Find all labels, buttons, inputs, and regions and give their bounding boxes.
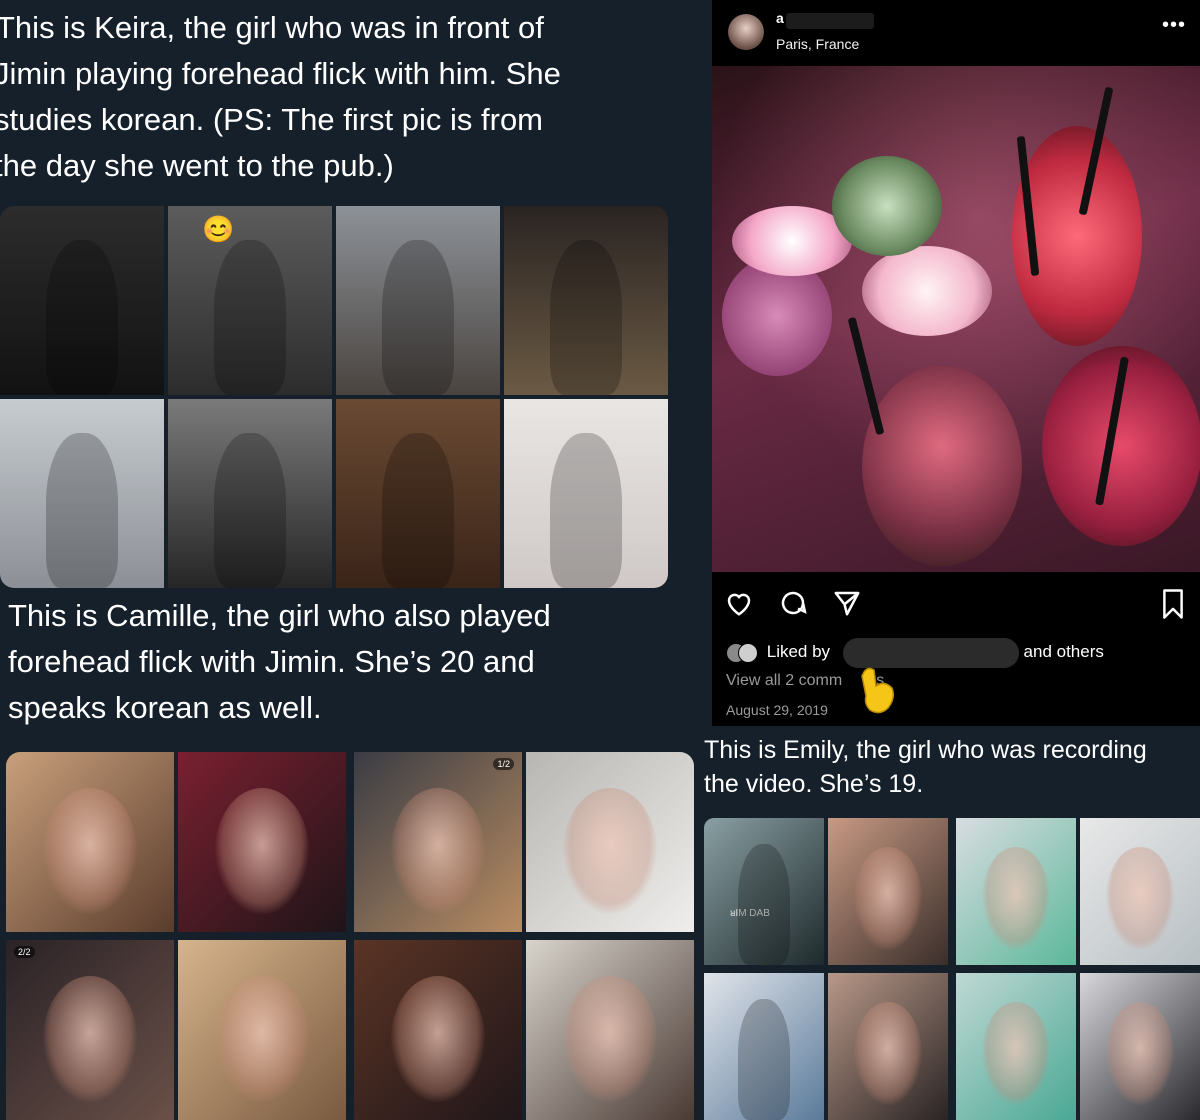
camille-tile-3[interactable]: 2/2 — [6, 940, 346, 1120]
camille-photo-auburn-hair — [354, 940, 522, 1120]
keira-caption-line-2: Jimin playing forehead flick with him. S… — [0, 56, 561, 91]
keira-photo-mirror-selfie — [0, 206, 164, 395]
emily-tile-1[interactable]: ᴚIM DAB — [704, 818, 948, 965]
cocktail-glass — [862, 366, 1022, 566]
keira-photo-white-shirt — [504, 399, 668, 588]
emily-photo-teal-top — [956, 973, 1076, 1120]
pointing-hand-icon — [861, 667, 895, 714]
keira-tile-4[interactable] — [336, 399, 668, 588]
camille-photo-santa-hat: 1/2 — [354, 752, 522, 932]
keira-caption-line-4: the day she went to the pub.) — [0, 148, 394, 183]
camille-tile-2[interactable]: 1/2 — [354, 752, 694, 932]
redacted-username-bar — [786, 13, 874, 29]
keira-caption-line-3: studies korean. (PS: The first pic is fr… — [0, 102, 544, 137]
keira-photo-bw-mirror — [168, 399, 332, 588]
camille-photo-dark-hair: 2/2 — [6, 940, 174, 1120]
emily-photo-blue-jacket — [704, 973, 824, 1120]
emily-photo-mirror-selfie: ᴚIM DAB — [704, 818, 824, 965]
post-date: August 29, 2019 — [726, 702, 828, 718]
carousel-badge-bottom: 2/2 — [14, 946, 35, 958]
emily-photo-green-jacket — [956, 818, 1076, 965]
keira-tile-3[interactable] — [0, 399, 332, 588]
emily-photo-white-outfit — [1080, 818, 1200, 965]
camille-photo-white-hoodie — [526, 752, 694, 932]
cocktail-straw — [847, 316, 885, 436]
more-options-icon[interactable]: ••• — [1162, 14, 1186, 37]
emily-photo-striped-sleeves — [828, 973, 948, 1120]
emily-tile-2[interactable] — [956, 818, 1200, 965]
cocktail-glass — [862, 246, 992, 336]
camille-photo-red-hair — [178, 752, 346, 932]
camille-tile-4[interactable] — [354, 940, 694, 1120]
keira-photo-couple: 😊 — [168, 206, 332, 395]
shirt-text: ᴚIM DAB — [730, 908, 770, 919]
bookmark-icon[interactable] — [1158, 588, 1188, 620]
instagram-post: a t Paris, France ••• Liked by and other… — [712, 0, 1200, 726]
keira-tile-1[interactable]: 😊 — [0, 206, 332, 395]
comment-icon[interactable] — [778, 588, 808, 618]
camille-photo-blonde-2 — [178, 940, 346, 1120]
liked-by-suffix: and others — [1023, 642, 1104, 662]
camille-caption-line-1: This is Camille, the girl who also playe… — [8, 598, 551, 633]
carousel-badge-top: 1/2 — [493, 758, 514, 770]
smiley-emoji: 😊 — [202, 214, 235, 244]
post-location[interactable]: Paris, France — [776, 36, 859, 52]
camille-photo-brunette — [526, 940, 694, 1120]
emily-tile-3[interactable] — [704, 973, 948, 1120]
liker-avatar — [738, 643, 758, 663]
post-photo-cocktails[interactable] — [712, 66, 1200, 572]
share-icon[interactable] — [832, 588, 862, 618]
cocktail-glass — [832, 156, 942, 256]
keira-photo-lace-outfit — [336, 399, 500, 588]
emily-photo-dark-sweater — [828, 818, 948, 965]
emily-caption-line-1: This is Emily, the girl who was recordin… — [704, 736, 1147, 764]
keira-photo-street — [336, 206, 500, 395]
emily-caption-line-2: the video. She’s 19. — [704, 770, 924, 798]
liked-by-row[interactable]: Liked by and others — [726, 638, 1104, 668]
camille-tile-1[interactable] — [6, 752, 346, 932]
keira-photo-yellow-top — [504, 206, 668, 395]
camille-caption-line-3: speaks korean as well. — [8, 690, 322, 725]
keira-photo-bed — [0, 399, 164, 588]
heart-icon[interactable] — [724, 588, 754, 618]
liked-by-prefix: Liked by — [766, 642, 831, 662]
keira-caption-line-1: This is Keira, the girl who was in front… — [0, 10, 544, 45]
emily-photo-dark-outfit — [1080, 973, 1200, 1120]
camille-photo-blonde-1 — [6, 752, 174, 932]
view-comments-text: View all 2 comm — [726, 672, 843, 689]
emily-photo-grid[interactable]: ᴚIM DAB — [704, 818, 1200, 1120]
keira-photo-grid[interactable]: 😊 — [0, 206, 668, 588]
avatar[interactable] — [728, 14, 764, 50]
keira-tile-2[interactable] — [336, 206, 668, 395]
camille-caption-line-2: forehead flick with Jimin. She’s 20 and — [8, 644, 535, 679]
emily-tile-4[interactable] — [956, 973, 1200, 1120]
camille-photo-grid[interactable]: 1/2 2/2 — [6, 752, 694, 1120]
